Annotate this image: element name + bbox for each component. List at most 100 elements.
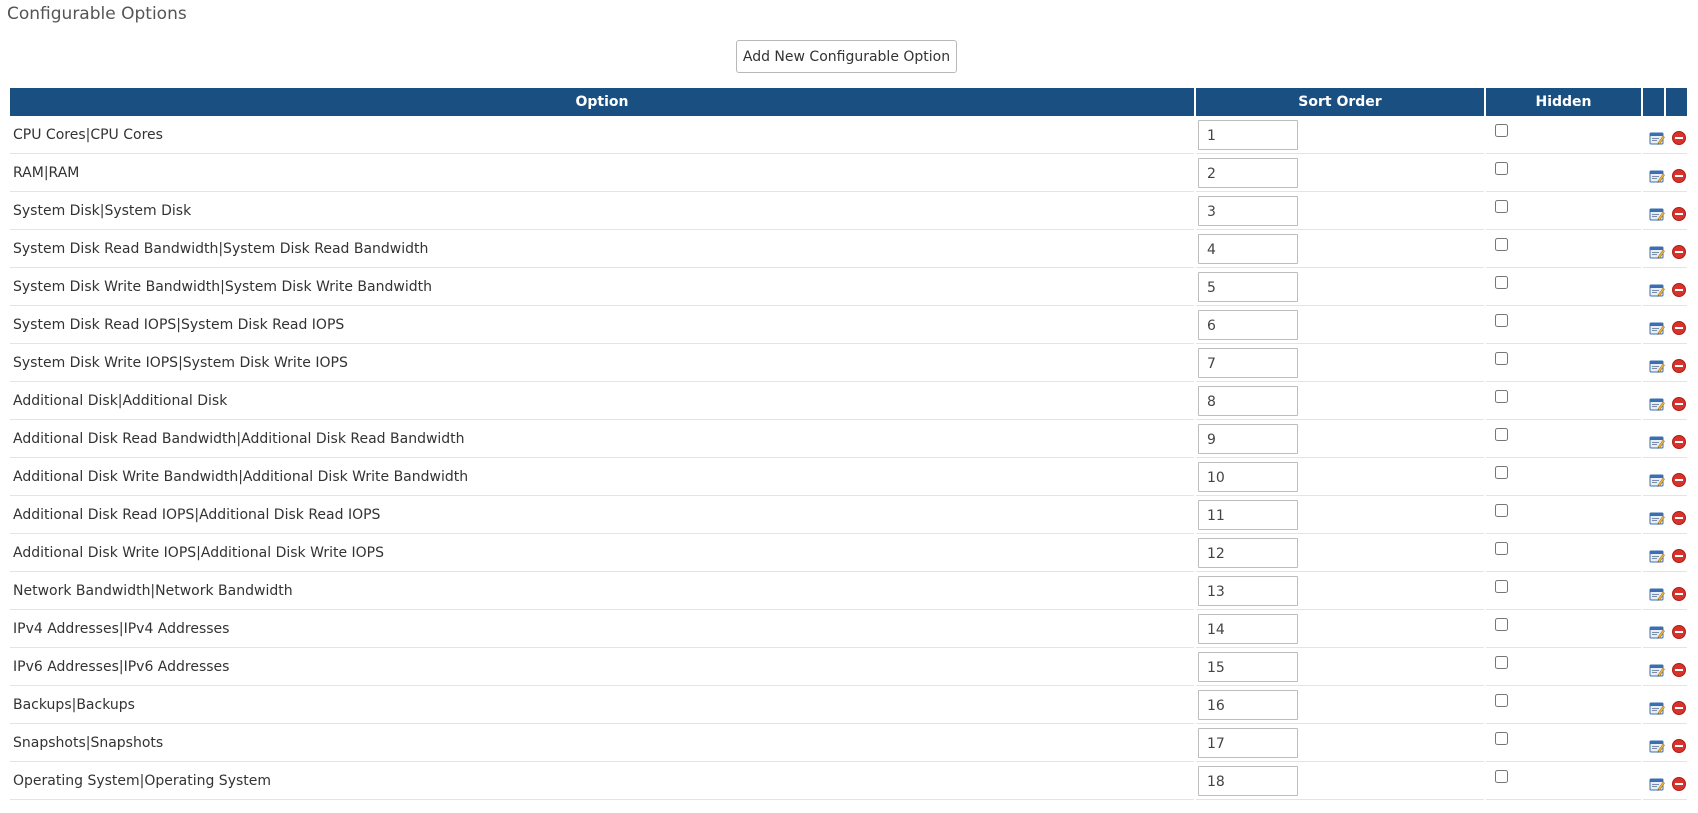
sort-order-cell	[1196, 420, 1484, 458]
hidden-cell	[1486, 420, 1641, 458]
hidden-checkbox[interactable]	[1495, 124, 1508, 137]
hidden-checkbox[interactable]	[1495, 770, 1508, 783]
sort-order-input[interactable]	[1198, 309, 1298, 340]
hidden-cell	[1486, 306, 1641, 344]
hidden-checkbox[interactable]	[1495, 542, 1508, 555]
hidden-checkbox[interactable]	[1495, 618, 1508, 631]
delete-icon[interactable]	[1671, 776, 1687, 792]
edit-icon[interactable]	[1649, 548, 1665, 564]
delete-icon[interactable]	[1671, 548, 1687, 564]
hidden-checkbox[interactable]	[1495, 390, 1508, 403]
add-configurable-option-button[interactable]: Add New Configurable Option	[736, 40, 957, 73]
hidden-checkbox[interactable]	[1495, 732, 1508, 745]
sort-order-input[interactable]	[1198, 347, 1298, 378]
edit-icon[interactable]	[1649, 358, 1665, 374]
hidden-checkbox[interactable]	[1495, 466, 1508, 479]
hidden-checkbox[interactable]	[1495, 276, 1508, 289]
sort-order-cell	[1196, 648, 1484, 686]
sort-order-input[interactable]	[1198, 499, 1298, 530]
sort-order-input[interactable]	[1198, 765, 1298, 796]
edit-icon[interactable]	[1649, 130, 1665, 146]
sort-order-input[interactable]	[1198, 271, 1298, 302]
hidden-checkbox[interactable]	[1495, 656, 1508, 669]
edit-icon[interactable]	[1649, 776, 1665, 792]
table-row: System Disk Read Bandwidth|System Disk R…	[10, 230, 1687, 268]
hidden-checkbox[interactable]	[1495, 352, 1508, 365]
sort-order-input[interactable]	[1198, 423, 1298, 454]
hidden-cell	[1486, 344, 1641, 382]
hidden-cell	[1486, 268, 1641, 306]
option-name: CPU Cores|CPU Cores	[10, 116, 1194, 154]
delete-icon[interactable]	[1671, 434, 1687, 450]
sort-order-input[interactable]	[1198, 461, 1298, 492]
actions-cell	[1643, 116, 1687, 154]
hidden-cell	[1486, 610, 1641, 648]
edit-icon[interactable]	[1649, 662, 1665, 678]
sort-order-cell	[1196, 306, 1484, 344]
edit-icon[interactable]	[1649, 206, 1665, 222]
edit-icon[interactable]	[1649, 434, 1665, 450]
actions-cell	[1643, 192, 1687, 230]
delete-icon[interactable]	[1671, 396, 1687, 412]
table-row: Additional Disk Write IOPS|Additional Di…	[10, 534, 1687, 572]
sort-order-input[interactable]	[1198, 727, 1298, 758]
actions-cell	[1643, 420, 1687, 458]
hidden-cell	[1486, 458, 1641, 496]
table-row: CPU Cores|CPU Cores	[10, 116, 1687, 154]
edit-icon[interactable]	[1649, 396, 1665, 412]
table-row: Additional Disk Read Bandwidth|Additiona…	[10, 420, 1687, 458]
delete-icon[interactable]	[1671, 472, 1687, 488]
sort-order-input[interactable]	[1198, 157, 1298, 188]
edit-icon[interactable]	[1649, 282, 1665, 298]
actions-cell	[1643, 496, 1687, 534]
delete-icon[interactable]	[1671, 244, 1687, 260]
option-name: Additional Disk Write IOPS|Additional Di…	[10, 534, 1194, 572]
delete-icon[interactable]	[1671, 130, 1687, 146]
sort-order-input[interactable]	[1198, 613, 1298, 644]
edit-icon[interactable]	[1649, 320, 1665, 336]
delete-icon[interactable]	[1671, 738, 1687, 754]
delete-icon[interactable]	[1671, 358, 1687, 374]
edit-icon[interactable]	[1649, 510, 1665, 526]
sort-order-input[interactable]	[1198, 537, 1298, 568]
edit-icon[interactable]	[1649, 586, 1665, 602]
delete-icon[interactable]	[1671, 624, 1687, 640]
delete-icon[interactable]	[1671, 700, 1687, 716]
edit-icon[interactable]	[1649, 472, 1665, 488]
sort-order-cell	[1196, 724, 1484, 762]
option-name: IPv6 Addresses|IPv6 Addresses	[10, 648, 1194, 686]
delete-icon[interactable]	[1671, 206, 1687, 222]
edit-icon[interactable]	[1649, 244, 1665, 260]
sort-order-input[interactable]	[1198, 119, 1298, 150]
edit-icon[interactable]	[1649, 700, 1665, 716]
delete-icon[interactable]	[1671, 662, 1687, 678]
option-name: Operating System|Operating System	[10, 762, 1194, 800]
delete-icon[interactable]	[1671, 282, 1687, 298]
delete-icon[interactable]	[1671, 320, 1687, 336]
sort-order-input[interactable]	[1198, 233, 1298, 264]
table-row: System Disk Read IOPS|System Disk Read I…	[10, 306, 1687, 344]
hidden-checkbox[interactable]	[1495, 238, 1508, 251]
hidden-checkbox[interactable]	[1495, 200, 1508, 213]
hidden-checkbox[interactable]	[1495, 314, 1508, 327]
delete-icon[interactable]	[1671, 168, 1687, 184]
actions-cell	[1643, 230, 1687, 268]
table-row: Additional Disk Write Bandwidth|Addition…	[10, 458, 1687, 496]
sort-order-input[interactable]	[1198, 689, 1298, 720]
edit-icon[interactable]	[1649, 168, 1665, 184]
sort-order-cell	[1196, 154, 1484, 192]
hidden-checkbox[interactable]	[1495, 504, 1508, 517]
delete-icon[interactable]	[1671, 586, 1687, 602]
sort-order-input[interactable]	[1198, 575, 1298, 606]
sort-order-input[interactable]	[1198, 195, 1298, 226]
edit-icon[interactable]	[1649, 624, 1665, 640]
hidden-checkbox[interactable]	[1495, 162, 1508, 175]
hidden-checkbox[interactable]	[1495, 580, 1508, 593]
edit-icon[interactable]	[1649, 738, 1665, 754]
delete-icon[interactable]	[1671, 510, 1687, 526]
hidden-checkbox[interactable]	[1495, 694, 1508, 707]
sort-order-input[interactable]	[1198, 651, 1298, 682]
sort-order-input[interactable]	[1198, 385, 1298, 416]
hidden-checkbox[interactable]	[1495, 428, 1508, 441]
actions-cell	[1643, 724, 1687, 762]
